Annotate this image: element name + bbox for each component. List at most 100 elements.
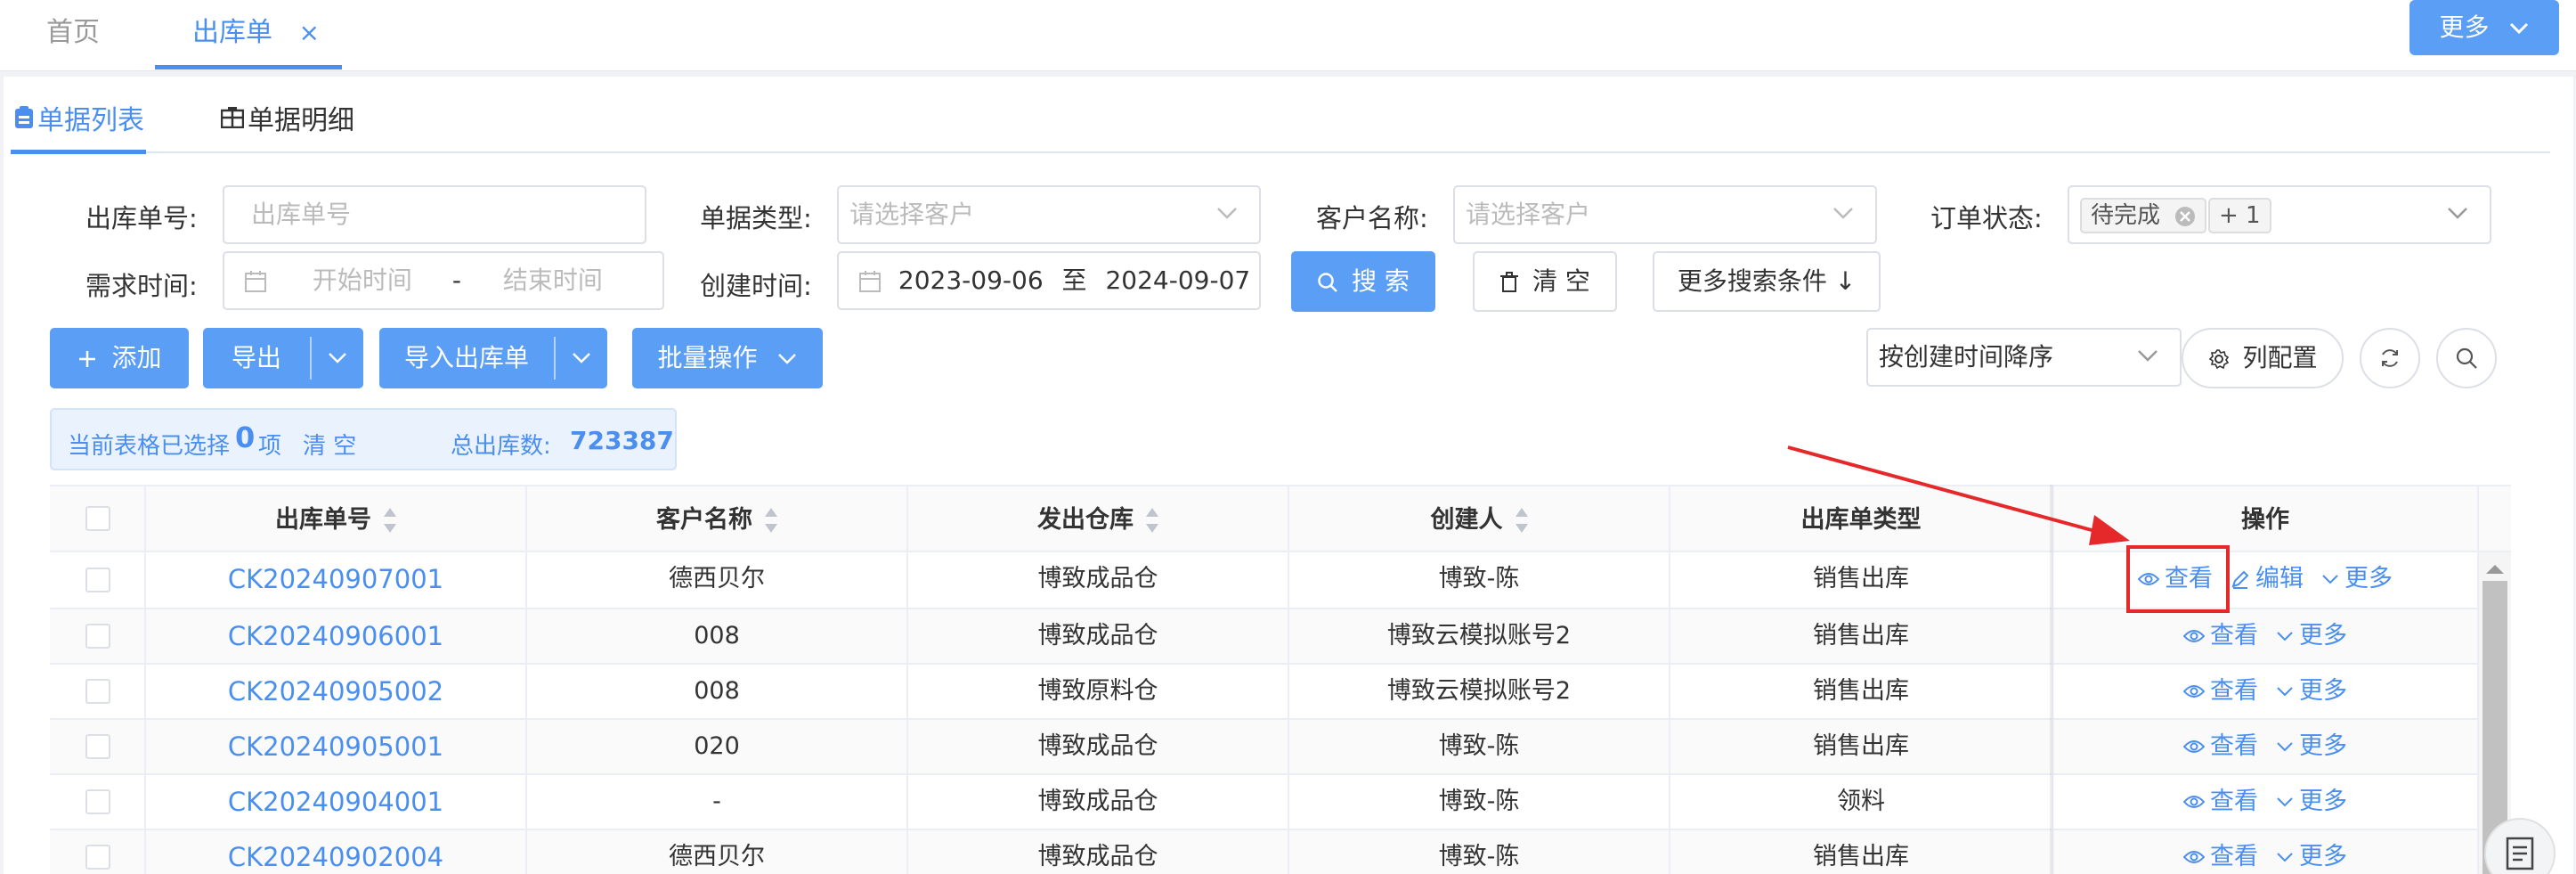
status-tag[interactable]: 待完成 bbox=[2080, 198, 2207, 233]
clear-selection-link[interactable]: 清 空 bbox=[303, 428, 356, 461]
status-select[interactable]: 待完成 + 1 bbox=[2068, 185, 2491, 244]
created-start: 2023-09-06 bbox=[898, 265, 1044, 295]
view-label: 查看 bbox=[2210, 788, 2258, 815]
row-checkbox[interactable] bbox=[85, 734, 110, 759]
select-all-checkbox[interactable] bbox=[85, 506, 110, 531]
sort-icon[interactable] bbox=[1146, 507, 1158, 535]
doc-type-select[interactable]: 请选择客户 bbox=[837, 185, 1261, 244]
view-button[interactable]: 查看 bbox=[2183, 830, 2258, 874]
header-warehouse[interactable]: 发出仓库 bbox=[908, 486, 1289, 554]
cell-type: 销售出库 bbox=[1670, 665, 2053, 720]
tab-outbound[interactable]: 出库单 × bbox=[192, 0, 320, 71]
cell-operations: 查看 更多 bbox=[2053, 775, 2479, 830]
chevron-down-icon[interactable] bbox=[572, 352, 591, 364]
subtab-doc-list-label: 单据列表 bbox=[37, 105, 144, 136]
table-row[interactable]: CK20240902004 德西贝尔 博致成品仓 博致-陈 销售出库 查看 更多 bbox=[50, 830, 2511, 874]
out-no-input[interactable]: 出库单号 bbox=[223, 185, 646, 244]
header-out-no[interactable]: 出库单号 bbox=[146, 486, 527, 554]
cell-type: 销售出库 bbox=[1670, 552, 2053, 609]
out-no-link[interactable]: CK20240905002 bbox=[146, 665, 527, 720]
eye-icon bbox=[2183, 740, 2205, 753]
tab-home-label: 首页 bbox=[46, 17, 100, 48]
subtab-doc-detail[interactable]: 单据明细 bbox=[221, 98, 354, 137]
row-actions: 查看 更多 bbox=[2053, 830, 2477, 874]
column-config-button[interactable]: 列配置 bbox=[2182, 328, 2344, 388]
chevron-down-icon bbox=[778, 354, 797, 364]
out-no-link[interactable]: CK20240902004 bbox=[146, 830, 527, 874]
cell-customer: 德西贝尔 bbox=[527, 552, 908, 609]
view-button[interactable]: 查看 bbox=[2183, 665, 2258, 718]
out-no-link[interactable]: CK20240907001 bbox=[146, 552, 527, 609]
row-checkbox[interactable] bbox=[85, 789, 110, 814]
view-button[interactable]: 查看 bbox=[2183, 775, 2258, 829]
subtab-divider bbox=[11, 151, 2550, 153]
eye-icon bbox=[2183, 796, 2205, 808]
out-no-link[interactable]: CK20240905001 bbox=[146, 720, 527, 775]
refresh-button[interactable] bbox=[2360, 328, 2420, 388]
customer-select[interactable]: 请选择客户 bbox=[1453, 185, 1877, 244]
created-time-range[interactable]: 2023-09-06 至 2024-09-07 bbox=[837, 251, 1261, 310]
import-button[interactable]: 导入出库单 bbox=[379, 328, 554, 388]
clear-button[interactable]: 清 空 bbox=[1473, 251, 1617, 312]
view-button[interactable]: 查看 bbox=[2183, 609, 2258, 663]
search-button[interactable]: 搜 索 bbox=[1291, 251, 1435, 312]
chevron-down-icon bbox=[2277, 797, 2293, 807]
sort-icon[interactable] bbox=[384, 507, 396, 535]
cell-operations: 查看 更多 bbox=[2053, 720, 2479, 775]
cell-type: 销售出库 bbox=[1670, 720, 2053, 775]
sort-icon[interactable] bbox=[1515, 507, 1528, 535]
chevron-down-icon[interactable] bbox=[328, 352, 347, 364]
tab-home[interactable]: 首页 bbox=[46, 0, 100, 71]
row-select-cell bbox=[50, 720, 146, 775]
out-no-link[interactable]: CK20240906001 bbox=[146, 609, 527, 665]
add-button[interactable]: 添加 bbox=[50, 328, 189, 388]
scroll-up-icon[interactable] bbox=[2483, 560, 2507, 577]
cell-creator: 博致云模拟账号2 bbox=[1289, 609, 1670, 665]
export-button[interactable]: 导出 bbox=[203, 328, 310, 388]
out-no-link[interactable]: CK20240904001 bbox=[146, 775, 527, 830]
cell-creator: 博致-陈 bbox=[1289, 830, 1670, 874]
edit-button[interactable]: 编辑 bbox=[2231, 552, 2304, 606]
header-customer[interactable]: 客户名称 bbox=[527, 486, 908, 554]
table-row[interactable]: CK20240904001- 博致成品仓 博致-陈 领料 查看 更多 bbox=[50, 775, 2511, 830]
subtab-doc-list[interactable]: 单据列表 bbox=[14, 98, 144, 137]
table-row[interactable]: CK20240905002 008 博致原料仓 博致云模拟账号2 销售出库 查看 更多 bbox=[50, 665, 2511, 720]
row-more-button[interactable]: 更多 bbox=[2276, 665, 2347, 718]
sort-select-value: 按创建时间降序 bbox=[1879, 342, 2054, 372]
row-more-button[interactable]: 更多 bbox=[2321, 552, 2393, 606]
cell-customer: 008 bbox=[527, 609, 908, 665]
table-row[interactable]: CK20240905001 020 博致成品仓 博致-陈 销售出库 查看 更多 bbox=[50, 720, 2511, 775]
batch-ops-button[interactable]: 批量操作 bbox=[632, 328, 823, 388]
row-checkbox[interactable] bbox=[85, 624, 110, 649]
sort-select[interactable]: 按创建时间降序 bbox=[1866, 328, 2182, 387]
more-conditions-label: 更多搜索条件 ↓ bbox=[1677, 266, 1857, 296]
view-button[interactable]: 查看 bbox=[2183, 720, 2258, 773]
row-more-button[interactable]: 更多 bbox=[2276, 720, 2347, 773]
clear-button-label: 清 空 bbox=[1532, 266, 1590, 296]
calendar-icon bbox=[245, 271, 266, 292]
close-icon[interactable] bbox=[2174, 206, 2196, 227]
more-tabs-button[interactable]: 更多 bbox=[2409, 0, 2559, 55]
row-more-button[interactable]: 更多 bbox=[2276, 609, 2347, 663]
selection-summary: 当前表格已选择 0 项 清 空 总出库数: 723387 bbox=[50, 408, 677, 470]
sort-icon[interactable] bbox=[765, 507, 777, 535]
row-checkbox[interactable] bbox=[85, 679, 110, 704]
demand-time-range[interactable]: 开始时间 - 结束时间 bbox=[223, 251, 664, 310]
table-row[interactable]: CK20240906001 008 博致成品仓 博致云模拟账号2 销售出库 查看 更多 bbox=[50, 609, 2511, 665]
more-conditions-button[interactable]: 更多搜索条件 ↓ bbox=[1653, 251, 1881, 312]
row-more-label: 更多 bbox=[2299, 622, 2347, 649]
chevron-down-icon bbox=[2138, 350, 2158, 362]
row-more-label: 更多 bbox=[2299, 843, 2347, 870]
row-more-button[interactable]: 更多 bbox=[2276, 830, 2347, 874]
search-icon bbox=[2456, 347, 2477, 369]
fixed-column-shadow bbox=[2050, 485, 2055, 874]
cell-operations: 查看 编辑 更多 bbox=[2053, 552, 2479, 609]
toggle-search-button[interactable] bbox=[2436, 328, 2497, 388]
header-creator[interactable]: 创建人 bbox=[1289, 486, 1670, 554]
row-checkbox[interactable] bbox=[85, 845, 110, 870]
close-icon[interactable]: × bbox=[299, 18, 320, 47]
row-checkbox[interactable] bbox=[85, 568, 110, 592]
status-tag-label: 待完成 bbox=[2091, 202, 2161, 229]
row-more-button[interactable]: 更多 bbox=[2276, 775, 2347, 829]
subtab-active-indicator bbox=[11, 150, 146, 154]
